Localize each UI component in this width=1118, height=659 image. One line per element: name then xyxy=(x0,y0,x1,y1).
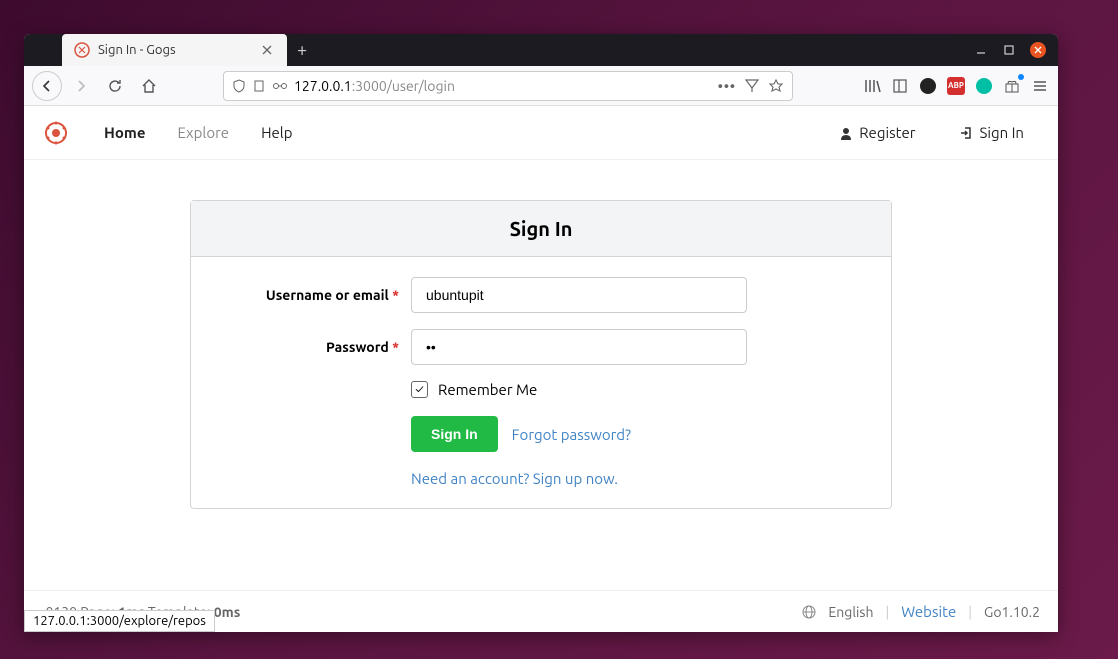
signin-label: Sign In xyxy=(979,124,1024,141)
tab-bar: Sign In - Gogs + xyxy=(24,34,1058,66)
maximize-button[interactable] xyxy=(1002,43,1016,57)
address-security-icons xyxy=(232,79,288,93)
nav-help[interactable]: Help xyxy=(245,106,308,159)
minimize-button[interactable] xyxy=(974,43,988,57)
close-window-button[interactable] xyxy=(1030,42,1046,58)
adblock-icon[interactable]: ABP xyxy=(946,76,966,96)
page-content: Home Explore Help Register Sign In Sign … xyxy=(24,106,1058,632)
browser-toolbar: 127.0.0.1:3000/user/login ••• ABP xyxy=(24,66,1058,106)
extension-dark-icon[interactable] xyxy=(918,76,938,96)
password-input[interactable] xyxy=(411,329,747,365)
new-tab-button[interactable]: + xyxy=(287,34,317,66)
sidebar-icon[interactable] xyxy=(890,76,910,96)
extension-green-icon[interactable] xyxy=(974,76,994,96)
page-icon xyxy=(252,79,266,93)
browser-window: Sign In - Gogs + xyxy=(24,34,1058,632)
signup-link[interactable]: Need an account? Sign up now. xyxy=(411,470,618,487)
extension-gift-icon[interactable] xyxy=(1002,76,1022,96)
signin-button[interactable]: Sign In xyxy=(411,416,498,452)
nav-signin[interactable]: Sign In xyxy=(943,124,1040,141)
menu-icon[interactable] xyxy=(1030,76,1050,96)
shield-icon[interactable] xyxy=(232,79,246,93)
forward-button[interactable] xyxy=(66,71,96,101)
close-tab-icon[interactable] xyxy=(259,42,275,58)
window-controls xyxy=(974,34,1058,66)
address-actions: ••• xyxy=(718,78,784,94)
back-button[interactable] xyxy=(32,71,62,101)
username-input[interactable] xyxy=(411,277,747,313)
reload-button[interactable] xyxy=(100,71,130,101)
signin-icon xyxy=(959,126,973,140)
browser-tab[interactable]: Sign In - Gogs xyxy=(62,34,287,66)
login-panel: Sign In Username or email * Password * ✓… xyxy=(190,200,892,509)
user-icon xyxy=(839,126,853,140)
login-title: Sign In xyxy=(191,201,891,257)
library-icon[interactable] xyxy=(862,76,882,96)
nav-home[interactable]: Home xyxy=(88,106,161,159)
tab-title: Sign In - Gogs xyxy=(98,43,176,57)
bookmark-star-icon[interactable] xyxy=(768,78,784,94)
page-actions-icon[interactable]: ••• xyxy=(718,78,736,94)
connection-icon xyxy=(272,79,288,93)
password-label: Password * xyxy=(211,339,411,355)
username-label: Username or email * xyxy=(211,287,411,303)
register-label: Register xyxy=(859,124,915,141)
go-version: Go1.10.2 xyxy=(984,604,1040,620)
gogs-logo[interactable] xyxy=(42,119,70,147)
status-bar-hover: 127.0.0.1:3000/explore/repos xyxy=(24,610,215,632)
forgot-password-link[interactable]: Forgot password? xyxy=(512,426,631,443)
nav-register[interactable]: Register xyxy=(823,124,931,141)
website-link[interactable]: Website xyxy=(901,603,956,620)
gogs-navbar: Home Explore Help Register Sign In xyxy=(24,106,1058,160)
language-selector[interactable]: English xyxy=(828,604,873,620)
toolbar-extensions: ABP xyxy=(862,76,1050,96)
globe-icon xyxy=(802,605,816,619)
nav-explore[interactable]: Explore xyxy=(161,106,245,159)
remember-checkbox[interactable]: ✓ xyxy=(411,381,428,398)
reader-icon[interactable] xyxy=(744,78,760,94)
url-text: 127.0.0.1:3000/user/login xyxy=(294,78,712,94)
home-button[interactable] xyxy=(134,71,164,101)
remember-label: Remember Me xyxy=(438,381,537,398)
gogs-favicon xyxy=(74,42,90,58)
address-bar[interactable]: 127.0.0.1:3000/user/login ••• xyxy=(223,71,793,101)
